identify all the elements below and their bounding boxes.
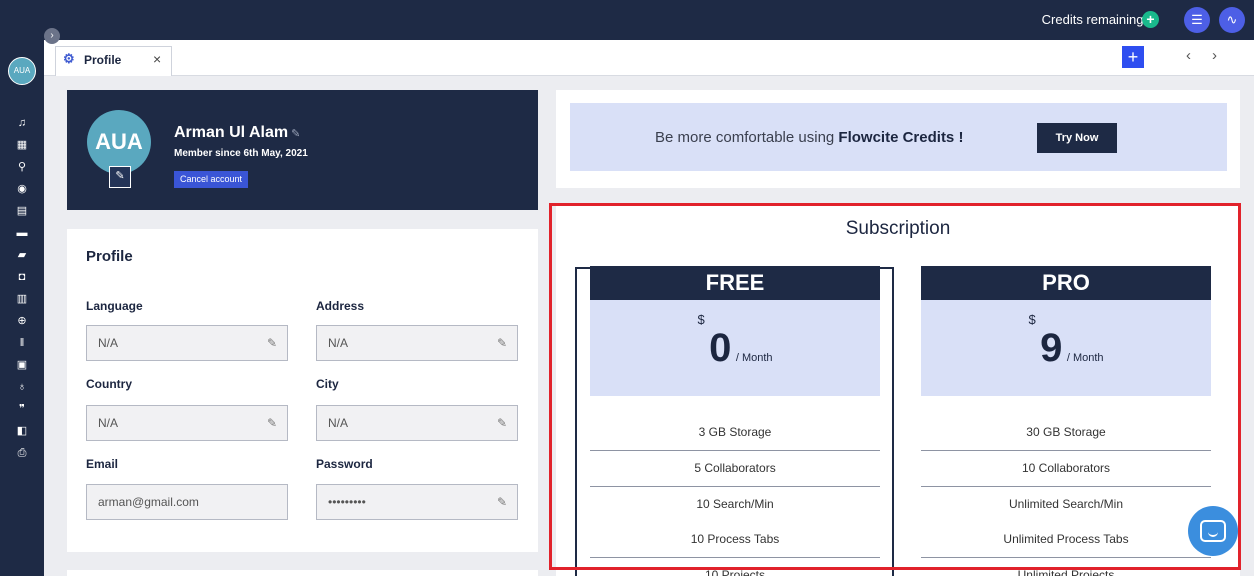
address-label: Address: [316, 299, 365, 313]
subscription-highlight-outline: [549, 203, 1241, 570]
email-value: arman@gmail.com: [98, 495, 199, 509]
address-value: N/A: [328, 336, 349, 350]
credits-label: Credits remaining:: [1041, 12, 1148, 27]
edit-name-icon[interactable]: ✎: [288, 128, 300, 140]
close-icon[interactable]: ×: [153, 51, 161, 67]
try-now-button[interactable]: Try Now: [1037, 123, 1117, 153]
book-icon[interactable]: ◧: [0, 424, 44, 438]
city-field[interactable]: N/A ✎: [316, 405, 518, 441]
add-tab-button[interactable]: +: [1122, 46, 1144, 68]
document-icon[interactable]: ▣: [0, 358, 44, 372]
list-icon[interactable]: ☰: [1184, 7, 1210, 33]
edit-icon[interactable]: ✎: [267, 406, 277, 440]
edit-icon[interactable]: ✎: [497, 326, 507, 360]
share-icon[interactable]: ♁: [0, 380, 44, 394]
password-label: Password: [316, 457, 373, 471]
chat-button[interactable]: [1188, 506, 1238, 556]
edit-icon[interactable]: ✎: [267, 326, 277, 360]
image-icon[interactable]: ◘: [0, 270, 44, 284]
language-label: Language: [86, 299, 143, 313]
promo-text: Be more comfortable using Flowcite Credi…: [655, 129, 963, 146]
profile-name-text: Arman Ul Alam: [174, 124, 289, 141]
language-value: N/A: [98, 336, 119, 350]
city-value: N/A: [328, 416, 349, 430]
country-field[interactable]: N/A ✎: [86, 405, 288, 441]
files-icon[interactable]: ▰: [0, 248, 44, 262]
top-bar: Credits remaining: 5 + ☰ ∿: [0, 0, 1254, 40]
chat-icon: [1200, 520, 1226, 542]
member-since: Member since 6th May, 2021: [174, 148, 308, 159]
email-label: Email: [86, 457, 119, 471]
print-icon[interactable]: ⎙: [0, 446, 44, 460]
sidebar: AUA ♫ ▦ ⚲ ◉ ▤ ▬ ▰ ◘ ▥ ⊕ ‖ ▣ ♁ ❞ ◧ ⎙: [0, 0, 44, 576]
search-icon[interactable]: ⚲: [0, 160, 44, 174]
tab-bar: ⚙ Profile ×: [44, 40, 1254, 76]
profile-header-card: AUA ✎ Arman Ul Alam ✎ Member since 6th M…: [67, 90, 538, 210]
password-field[interactable]: ••••••••• ✎: [316, 484, 518, 520]
password-value: •••••••••: [328, 495, 366, 509]
promo-text-bold: Flowcite Credits !: [838, 129, 964, 146]
zoom-search-icon[interactable]: ◉: [0, 182, 44, 196]
credits-remaining: Credits remaining: 5: [1042, 12, 1158, 27]
graph-icon[interactable]: ∿: [1219, 7, 1245, 33]
next-card: [67, 570, 538, 576]
promo-text-prefix: Be more comfortable using: [655, 129, 839, 146]
add-credits-icon[interactable]: +: [1142, 11, 1159, 28]
folder-icon[interactable]: ▬: [0, 226, 44, 240]
country-label: Country: [86, 377, 132, 391]
profile-avatar: AUA: [87, 110, 151, 174]
globe-icon[interactable]: ⊕: [0, 314, 44, 328]
email-field[interactable]: arman@gmail.com: [86, 484, 288, 520]
settings-icon: ⚙: [63, 51, 75, 66]
country-value: N/A: [98, 416, 119, 430]
tab-label: Profile: [84, 53, 122, 67]
grid-icon[interactable]: ▥: [0, 292, 44, 306]
chevron-left-icon[interactable]: ‹: [1186, 47, 1191, 64]
profile-form-card: Profile Language N/A ✎ Address N/A ✎ Cou…: [67, 229, 538, 552]
language-field[interactable]: N/A ✎: [86, 325, 288, 361]
promo-banner: Be more comfortable using Flowcite Credi…: [570, 103, 1227, 171]
avatar[interactable]: AUA: [8, 57, 36, 85]
tab-profile[interactable]: ⚙ Profile ×: [55, 46, 172, 76]
address-field[interactable]: N/A ✎: [316, 325, 518, 361]
city-label: City: [316, 377, 339, 391]
edit-avatar-icon[interactable]: ✎: [109, 166, 131, 188]
promo-card: Be more comfortable using Flowcite Credi…: [556, 90, 1240, 188]
sidebar-toggle-icon[interactable]: ›: [44, 28, 60, 44]
profile-name: Arman Ul Alam ✎: [174, 124, 300, 142]
profile-form-title: Profile: [86, 248, 133, 265]
bell-icon[interactable]: ♫: [0, 116, 44, 130]
dashboard-icon[interactable]: ▦: [0, 138, 44, 152]
notes-icon[interactable]: ▤: [0, 204, 44, 218]
library-icon[interactable]: ‖: [0, 336, 44, 350]
quote-icon[interactable]: ❞: [0, 402, 44, 416]
edit-icon[interactable]: ✎: [497, 406, 507, 440]
cancel-account-button[interactable]: Cancel account: [174, 171, 249, 188]
chevron-right-icon[interactable]: ›: [1212, 47, 1217, 64]
edit-icon[interactable]: ✎: [497, 485, 507, 519]
